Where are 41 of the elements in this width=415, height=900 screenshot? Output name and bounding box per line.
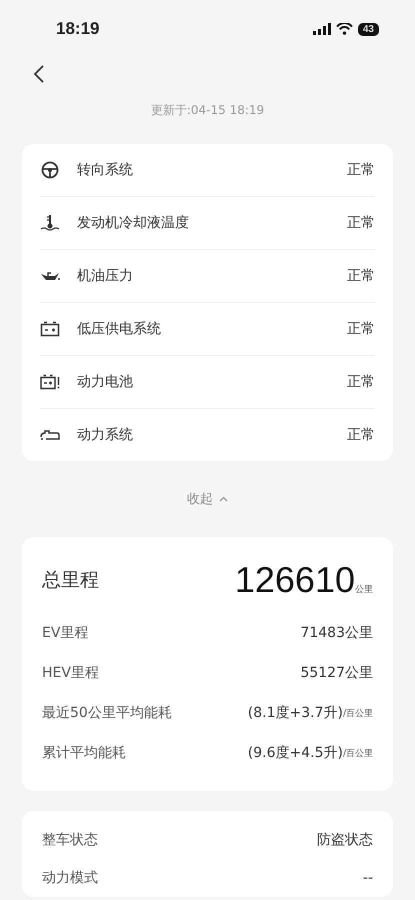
stat-value: 55127公里 (300, 664, 373, 682)
system-status: 正常 (347, 426, 375, 444)
stat-value: (9.6度+4.5升) (248, 744, 343, 762)
stat-label: 累计平均能耗 (42, 744, 126, 762)
system-name: 低压供电系统 (77, 320, 162, 338)
system-status: 正常 (347, 267, 375, 285)
clock: 18:19 (56, 19, 100, 39)
collapse-button[interactable]: 收起 (183, 486, 232, 512)
back-button[interactable] (32, 63, 46, 85)
stat-value: (8.1度+3.7升) (248, 704, 343, 722)
stat-label: 整车状态 (42, 831, 98, 849)
total-mileage-label: 总里程 (42, 568, 99, 593)
stat-value: -- (362, 870, 373, 886)
stat-value: 71483公里 (300, 624, 373, 642)
signal-icon (312, 23, 331, 35)
stat-label: 动力模式 (42, 869, 98, 887)
system-name: 动力电池 (77, 373, 134, 391)
stat-label: EV里程 (42, 624, 88, 642)
stat-label: HEV里程 (42, 664, 99, 682)
system-status: 正常 (347, 214, 375, 232)
system-name: 转向系统 (77, 161, 134, 179)
system-status: 正常 (347, 161, 375, 179)
total-mileage-value: 126610 (234, 559, 355, 601)
battery-icon (40, 320, 60, 338)
unit-label: /百公里 (342, 748, 373, 761)
steering-wheel-icon (40, 161, 60, 179)
system-name: 动力系统 (77, 426, 134, 444)
unit-label: 公里 (355, 584, 373, 597)
thermometer-icon (40, 214, 60, 232)
wifi-icon (336, 23, 353, 35)
battery-level: 43 (358, 22, 379, 36)
stat-label: 最近50公里平均能耗 (42, 704, 172, 722)
system-status: 正常 (347, 373, 375, 391)
update-time: 更新于:04-15 18:19 (150, 102, 266, 119)
stat-value: 防盗状态 (317, 831, 373, 849)
battery-warning-icon (40, 373, 60, 391)
system-name: 发动机冷却液温度 (77, 214, 190, 232)
system-status: 正常 (347, 320, 375, 338)
caret-icon (219, 496, 228, 502)
system-name: 机油压力 (77, 267, 134, 285)
unit-label: /百公里 (342, 708, 373, 721)
